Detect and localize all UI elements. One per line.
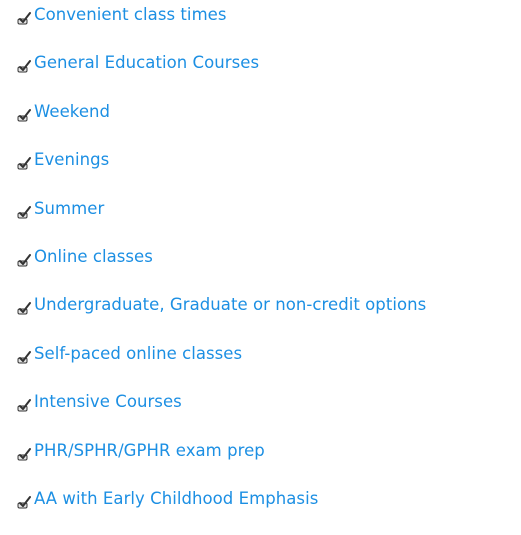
checkmark-bullet-icon (17, 399, 31, 412)
checkmark-bullet-icon (17, 12, 31, 25)
list-item: General Education Courses (17, 51, 426, 99)
list-item: Weekend (17, 100, 426, 148)
link-self-paced-online-classes[interactable]: Self-paced online classes (34, 342, 242, 366)
link-evenings[interactable]: Evenings (34, 148, 109, 172)
link-online-classes[interactable]: Online classes (34, 245, 153, 269)
checkmark-bullet-icon (17, 302, 31, 315)
link-aa-early-childhood-emphasis[interactable]: AA with Early Childhood Emphasis (34, 487, 318, 511)
list-item: Intensive Courses (17, 390, 426, 438)
benefits-list: Convenient class times General Education… (17, 3, 426, 535)
list-item: PHR/SPHR/GPHR exam prep (17, 439, 426, 487)
link-weekend[interactable]: Weekend (34, 100, 110, 124)
checkmark-bullet-icon (17, 253, 31, 267)
checkmark-bullet-icon (17, 60, 31, 73)
link-phr-sphr-gphr-exam-prep[interactable]: PHR/SPHR/GPHR exam prep (34, 439, 265, 463)
link-convenient-class-times[interactable]: Convenient class times (34, 3, 227, 27)
link-general-education-courses[interactable]: General Education Courses (34, 51, 259, 75)
list-item: Undergraduate, Graduate or non-credit op… (17, 293, 426, 341)
checkmark-bullet-icon (17, 157, 31, 170)
list-item: Evenings (17, 148, 426, 196)
list-item: Summer (17, 197, 426, 245)
checkmark-bullet-icon (17, 350, 31, 364)
link-intensive-courses[interactable]: Intensive Courses (34, 390, 182, 414)
list-item: Self-paced online classes (17, 342, 426, 390)
list-item: Convenient class times (17, 3, 426, 51)
checkmark-bullet-icon (17, 108, 31, 122)
link-summer[interactable]: Summer (34, 197, 104, 221)
list-item: Online classes (17, 245, 426, 293)
checkmark-bullet-icon (17, 447, 31, 461)
checkmark-bullet-icon (17, 495, 31, 509)
checkmark-bullet-icon (17, 205, 31, 219)
list-item: AA with Early Childhood Emphasis (17, 487, 426, 535)
link-undergraduate-graduate-options[interactable]: Undergraduate, Graduate or non-credit op… (34, 293, 426, 317)
